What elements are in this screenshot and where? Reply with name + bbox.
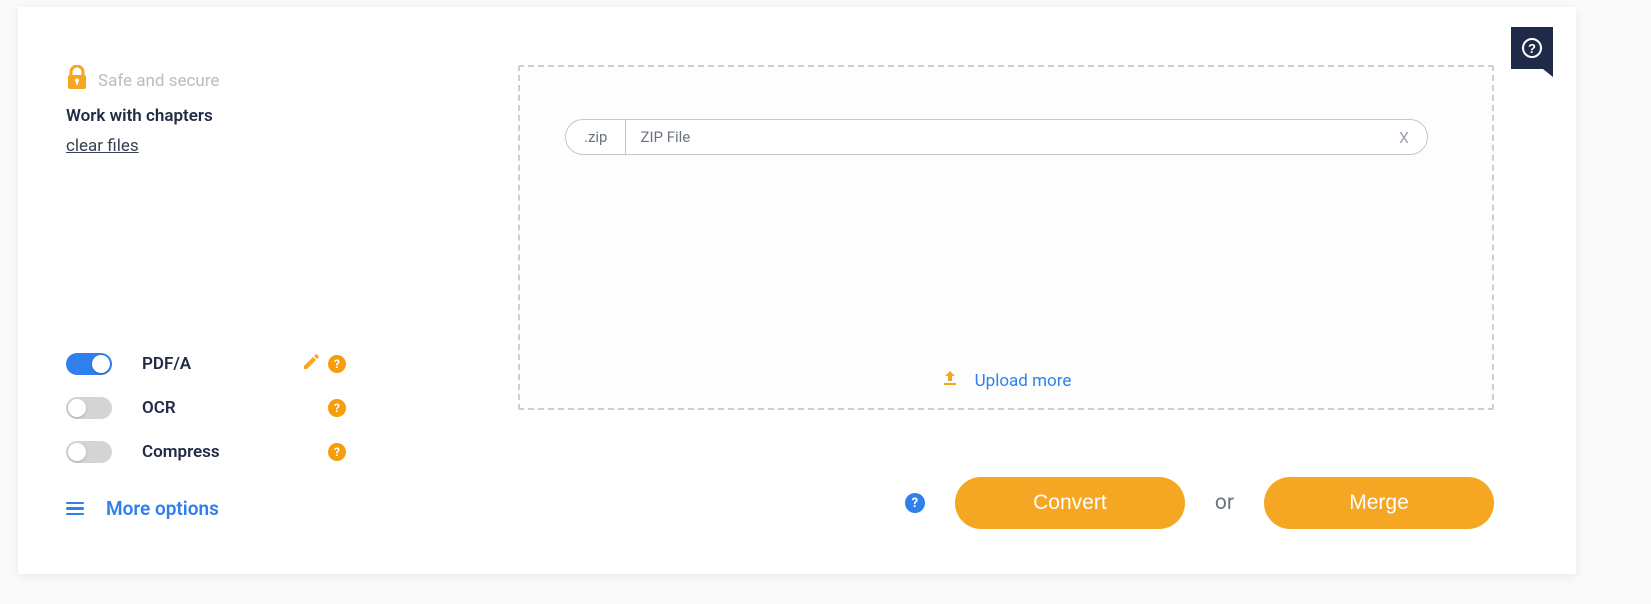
file-extension: .zip [566, 120, 626, 154]
toggle-knob [92, 355, 110, 373]
more-options-label: More options [106, 497, 219, 520]
help-icon[interactable]: ? [328, 443, 346, 461]
upload-more-label: Upload more [975, 371, 1072, 391]
upload-icon [941, 369, 959, 392]
toggle-row-pdfa: PDF/A ? [66, 342, 396, 386]
file-remove-button[interactable]: X [1381, 128, 1427, 147]
help-icon-blue[interactable]: ? [905, 493, 925, 513]
merge-button[interactable]: Merge [1264, 477, 1494, 529]
secure-row: Safe and secure [66, 65, 416, 96]
toggle-label-compress: Compress [142, 442, 328, 462]
chapters-label: Work with chapters [66, 106, 416, 126]
toggle-label-ocr: OCR [142, 398, 328, 418]
file-pill: .zip ZIP File X [565, 119, 1428, 155]
toggle-row-ocr: OCR ? [66, 386, 396, 430]
toggle-actions: ? [302, 353, 346, 375]
action-row: ? Convert or Merge [905, 477, 1494, 529]
toggle-row-compress: Compress ? [66, 430, 396, 474]
dropzone[interactable]: .zip ZIP File X Upload more [518, 65, 1494, 410]
secure-text: Safe and secure [98, 71, 219, 91]
toggle-compress[interactable] [66, 441, 112, 463]
main-card: Safe and secure Work with chapters clear… [18, 7, 1576, 574]
left-column: Safe and secure Work with chapters clear… [66, 65, 416, 156]
upload-more-button[interactable]: Upload more [520, 369, 1492, 392]
file-name: ZIP File [626, 128, 1381, 146]
toggle-actions: ? [328, 443, 346, 461]
toggle-pdfa[interactable] [66, 353, 112, 375]
svg-text:?: ? [1528, 41, 1536, 56]
more-options-button[interactable]: More options [66, 497, 219, 520]
help-icon[interactable]: ? [328, 399, 346, 417]
toggle-actions: ? [328, 399, 346, 417]
convert-button[interactable]: Convert [955, 477, 1185, 529]
lock-icon [66, 65, 88, 96]
toggle-knob [68, 399, 86, 417]
toggle-ocr[interactable] [66, 397, 112, 419]
toggle-label-pdfa: PDF/A [142, 354, 302, 374]
toggle-knob [68, 443, 86, 461]
toggles-section: PDF/A ? OCR ? Compress ? [66, 342, 396, 474]
clear-files-link[interactable]: clear files [66, 136, 139, 156]
help-icon[interactable]: ? [328, 355, 346, 373]
pencil-icon[interactable] [302, 353, 320, 375]
or-text: or [1215, 491, 1234, 515]
floating-help-button[interactable]: ? [1511, 27, 1553, 69]
hamburger-icon [66, 502, 84, 516]
